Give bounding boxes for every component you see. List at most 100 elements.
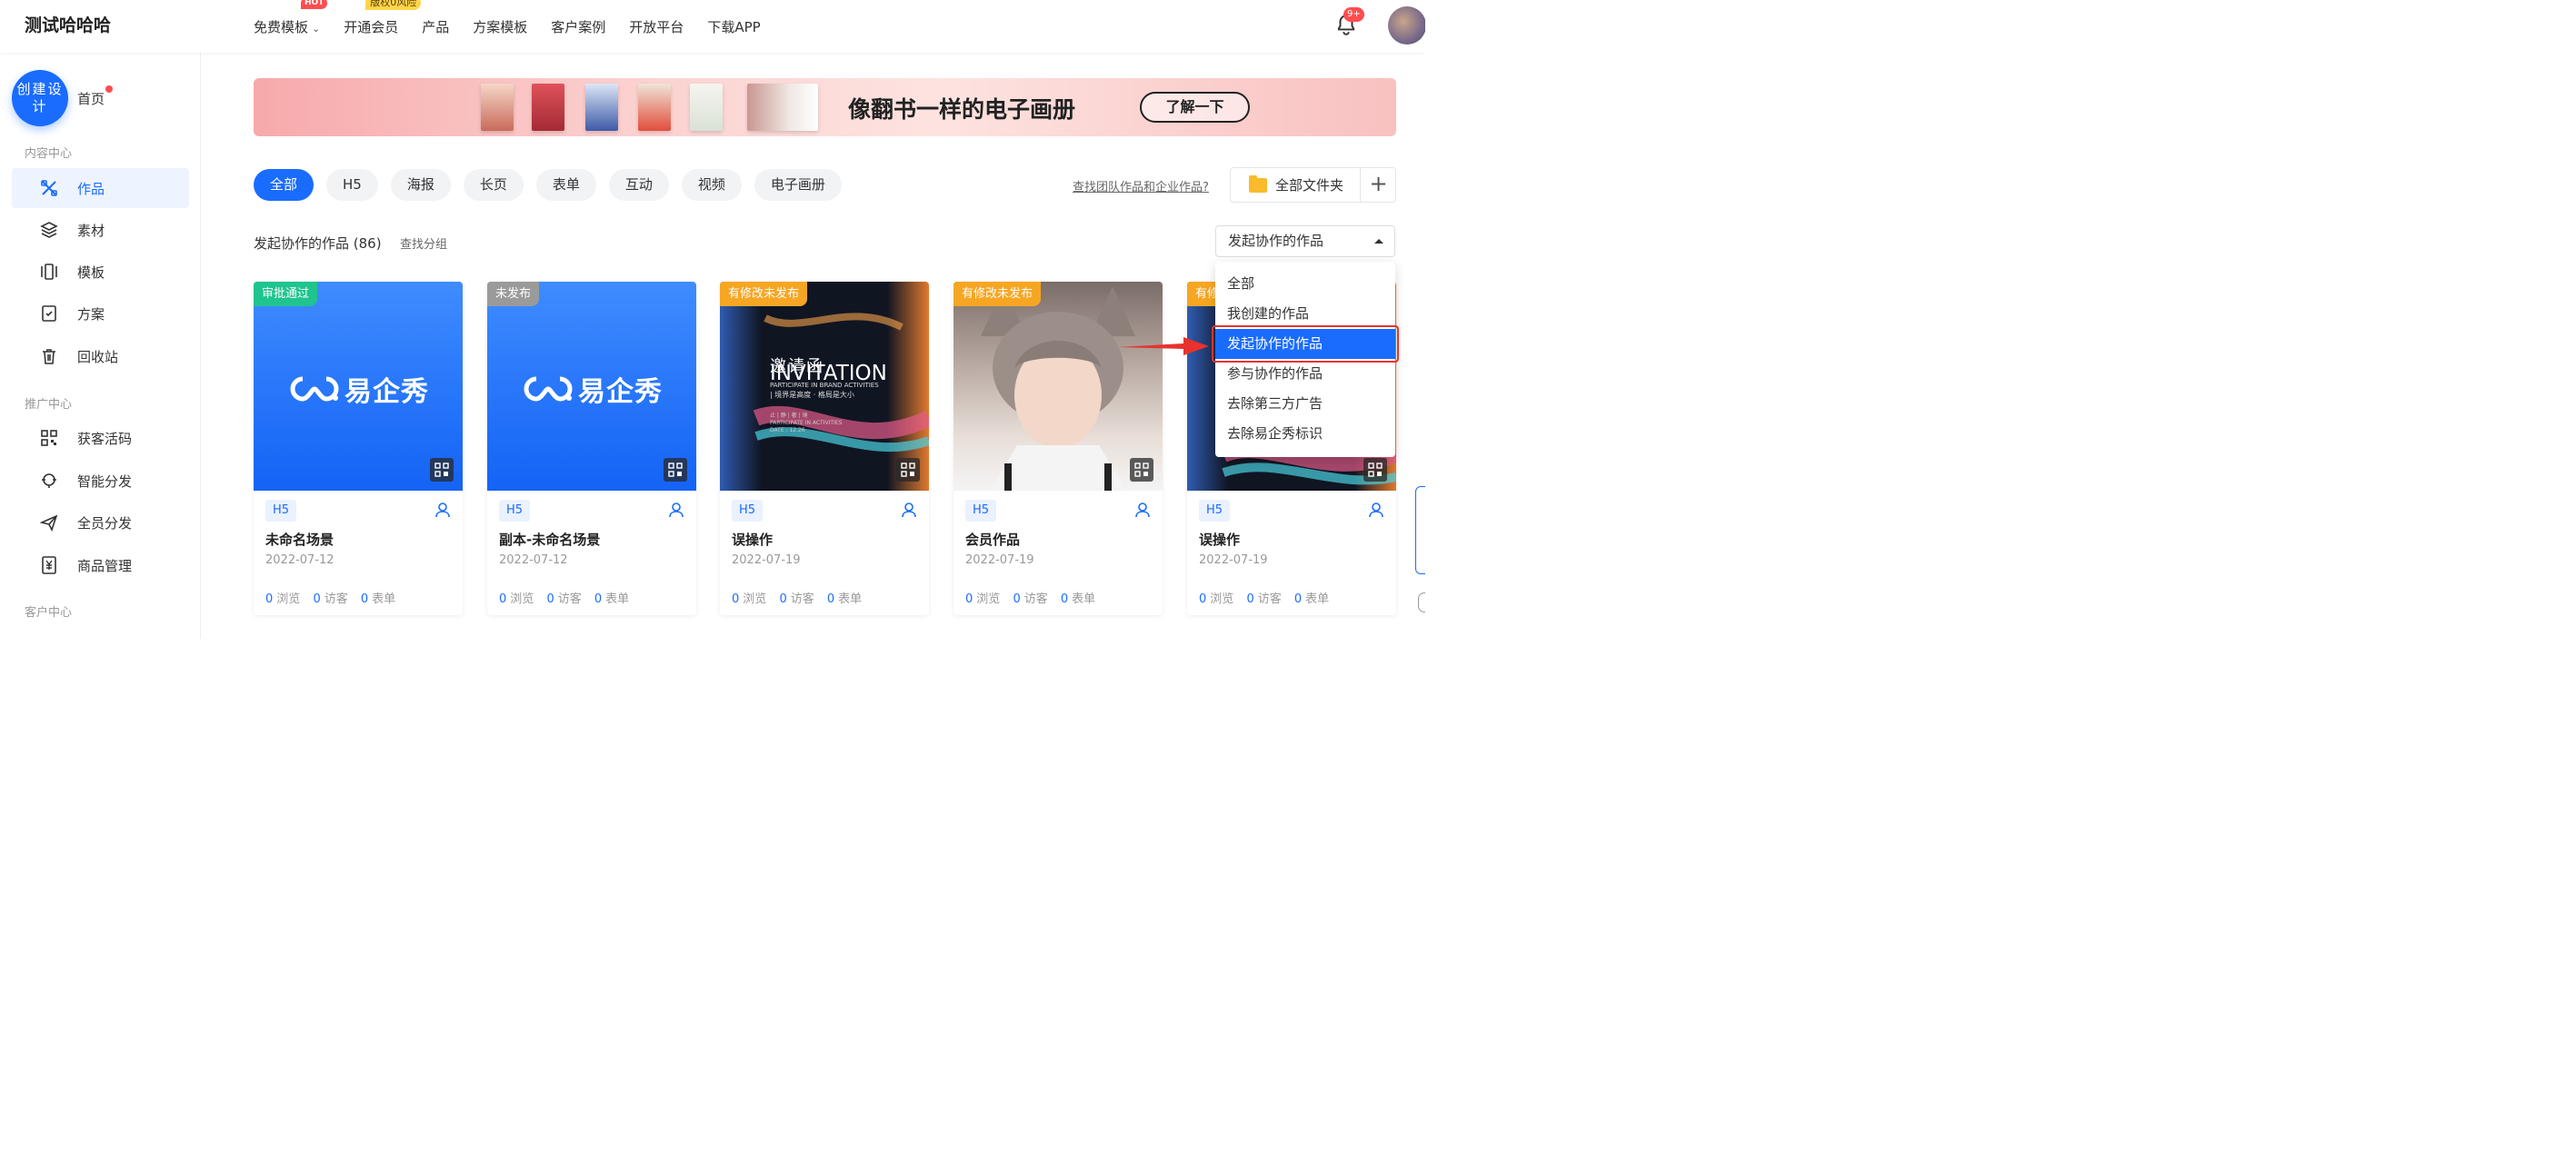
trash-icon bbox=[39, 346, 59, 366]
qrcode-icon[interactable] bbox=[1363, 458, 1387, 482]
avatar[interactable] bbox=[1388, 6, 1425, 45]
sidebar-item-smart-distribute[interactable]: 智能分发 bbox=[12, 461, 189, 501]
folder-label: 全部文件夹 bbox=[1275, 177, 1344, 194]
section-customer-center: 客户中心 bbox=[25, 606, 73, 620]
nav-products[interactable]: 产品 bbox=[422, 17, 449, 36]
card-title[interactable]: 未命名场景 bbox=[265, 530, 334, 549]
dropdown-option-remove-third-party-ads[interactable]: 去除第三方广告 bbox=[1215, 389, 1395, 419]
sidebar-item-templates[interactable]: 模板 bbox=[12, 252, 189, 292]
work-card[interactable]: 易企秀 未发布 H5 副本-未命名场景 2022-07-12 0 浏览 0 访客 0… bbox=[487, 282, 696, 615]
type-tag: H5 bbox=[965, 500, 997, 522]
sidebar-item-lead-qrcode[interactable]: 获客活码 bbox=[12, 418, 189, 458]
sidebar: 创建设计 首页 内容中心 作品 素材 模板 方案 回收站 推广中心 获客活码 智… bbox=[0, 53, 201, 639]
collaborator-icon[interactable] bbox=[1134, 502, 1151, 518]
team-works-link[interactable]: 查找团队作品和企业作品? bbox=[1073, 177, 1209, 194]
visitors-label: 访客 bbox=[557, 592, 582, 606]
collab-filter-select[interactable]: 发起协作的作品 bbox=[1215, 225, 1395, 257]
card-title[interactable]: 会员作品 bbox=[965, 530, 1020, 549]
list-title: 发起协作的作品 (86) bbox=[254, 235, 382, 252]
annotation-highlight-box bbox=[1212, 325, 1399, 363]
collaborator-icon[interactable] bbox=[668, 502, 684, 518]
collaborator-icon[interactable] bbox=[901, 502, 917, 518]
album-thumbnail bbox=[638, 84, 671, 131]
card-cover[interactable]: 易企秀 未发布 bbox=[487, 282, 696, 491]
add-folder-button[interactable]: + bbox=[1360, 168, 1396, 202]
type-tag: H5 bbox=[265, 500, 297, 522]
card-cover[interactable]: 有修改未发布 bbox=[954, 282, 1163, 491]
work-card[interactable]: 邀请函 INVITATION PARTICIPATE IN BRAND ACTI… bbox=[720, 282, 929, 615]
qrcode-icon[interactable] bbox=[1130, 458, 1153, 482]
nav-download-app[interactable]: 下载APP bbox=[707, 17, 760, 36]
copyright-badge: 版权0风险 bbox=[365, 0, 422, 10]
collaborator-icon[interactable] bbox=[1368, 502, 1384, 518]
card-title[interactable]: 误操作 bbox=[732, 530, 773, 549]
dropdown-option-joined-collab[interactable]: 参与协作的作品 bbox=[1215, 359, 1395, 389]
banner-headline: 像翻书一样的电子画册 bbox=[848, 96, 1076, 123]
all-folders-button[interactable]: 全部文件夹 bbox=[1231, 168, 1360, 202]
forms-label: 表单 bbox=[1072, 592, 1096, 606]
sidebar-item-label: 智能分发 bbox=[77, 473, 133, 490]
views-label: 浏览 bbox=[276, 592, 301, 606]
card-stats: 0 浏览 0 访客 0 表单 bbox=[732, 589, 871, 606]
nav-customer-cases[interactable]: 客户案例 bbox=[551, 17, 605, 36]
card-cover[interactable]: 邀请函 INVITATION PARTICIPATE IN BRAND ACTI… bbox=[720, 282, 929, 491]
filter-tab-form[interactable]: 表单 bbox=[535, 169, 596, 201]
card-stats: 0 浏览 0 访客 0 表单 bbox=[265, 589, 404, 606]
sidebar-item-label: 方案 bbox=[77, 305, 105, 323]
sidebar-item-label: 全员分发 bbox=[77, 514, 133, 532]
status-badge: 未发布 bbox=[487, 282, 540, 306]
filter-tab-long-page[interactable]: 长页 bbox=[463, 169, 524, 201]
filter-tab-e-album[interactable]: 电子画册 bbox=[754, 169, 842, 201]
filter-tab-all[interactable]: 全部 bbox=[254, 169, 315, 201]
floating-side-tab[interactable] bbox=[1415, 486, 1425, 574]
nav-membership[interactable]: 版权0风险 开通会员 bbox=[344, 0, 422, 36]
sidebar-item-label: 素材 bbox=[77, 222, 105, 239]
section-content-center: 内容中心 bbox=[25, 147, 73, 161]
find-group-link[interactable]: 查找分组 bbox=[400, 234, 447, 252]
invitation-details: 止 | 静 | 奢 | 境 PARTICIPATE IN ACTIVITIES … bbox=[770, 413, 842, 434]
sidebar-item-plans[interactable]: 方案 bbox=[12, 293, 189, 333]
brand-name[interactable]: 测试哈哈哈 bbox=[25, 12, 111, 36]
sidebar-item-all-distribute[interactable]: 全员分发 bbox=[12, 502, 189, 542]
folder-icon bbox=[1249, 174, 1267, 193]
card-cover[interactable]: 易企秀 审批通过 bbox=[254, 282, 463, 491]
floating-help-icon[interactable] bbox=[1418, 592, 1425, 612]
album-thumbnail bbox=[481, 84, 514, 131]
views-count: 0 bbox=[965, 592, 973, 606]
work-card[interactable]: 有修改未发布 H5 会员作品 2022-07-19 0 浏览 0 访客 0 表单 bbox=[954, 282, 1163, 615]
invitation-sub: | 境界是高度 · 格局是大小 bbox=[770, 391, 854, 399]
nav-free-templates[interactable]: HOT 免费模板 ⌄ bbox=[254, 0, 328, 36]
yen-icon bbox=[39, 555, 59, 575]
album-thumbnail bbox=[585, 84, 618, 131]
type-tag: H5 bbox=[499, 500, 531, 522]
card-title[interactable]: 误操作 bbox=[1199, 530, 1240, 549]
learn-more-button[interactable]: 了解一下 bbox=[1140, 92, 1250, 123]
sidebar-item-trash[interactable]: 回收站 bbox=[12, 336, 189, 376]
qrcode-icon[interactable] bbox=[664, 458, 687, 482]
work-card[interactable]: 易企秀 审批通过 H5 未命名场景 2022-07-12 0 浏览 0 访客 0 表单 bbox=[254, 282, 463, 615]
qrcode-icon[interactable] bbox=[430, 458, 454, 482]
annotation-arrow-icon bbox=[1118, 337, 1209, 355]
filter-tab-video[interactable]: 视频 bbox=[681, 169, 742, 201]
nav-solution-templates[interactable]: 方案模板 bbox=[473, 17, 527, 36]
filter-tab-h5[interactable]: H5 bbox=[326, 169, 378, 201]
filter-tab-interactive[interactable]: 互动 bbox=[608, 169, 669, 201]
sidebar-item-materials[interactable]: 素材 bbox=[12, 210, 189, 250]
promo-banner[interactable]: 像翻书一样的电子画册 了解一下 bbox=[254, 78, 1396, 136]
sidebar-item-product-management[interactable]: 商品管理 bbox=[12, 545, 189, 585]
visitors-count: 0 bbox=[1246, 592, 1254, 606]
views-count: 0 bbox=[499, 592, 507, 606]
filter-tab-poster[interactable]: 海报 bbox=[390, 169, 451, 201]
sidebar-item-works[interactable]: 作品 bbox=[12, 168, 189, 208]
qrcode-icon[interactable] bbox=[896, 458, 920, 482]
nav-open-platform[interactable]: 开放平台 bbox=[629, 17, 684, 36]
dropdown-option-all[interactable]: 全部 bbox=[1215, 269, 1395, 299]
infinity-logo-icon bbox=[524, 376, 573, 402]
sidebar-item-home[interactable]: 首页 bbox=[77, 89, 105, 108]
dropdown-option-remove-eqxiu-mark[interactable]: 去除易企秀标识 bbox=[1215, 419, 1395, 449]
collaborator-icon[interactable] bbox=[434, 502, 451, 518]
forms-count: 0 bbox=[360, 592, 369, 606]
card-title[interactable]: 副本-未命名场景 bbox=[499, 530, 600, 549]
create-design-button[interactable]: 创建设计 bbox=[12, 70, 68, 126]
views-count: 0 bbox=[1199, 592, 1207, 606]
